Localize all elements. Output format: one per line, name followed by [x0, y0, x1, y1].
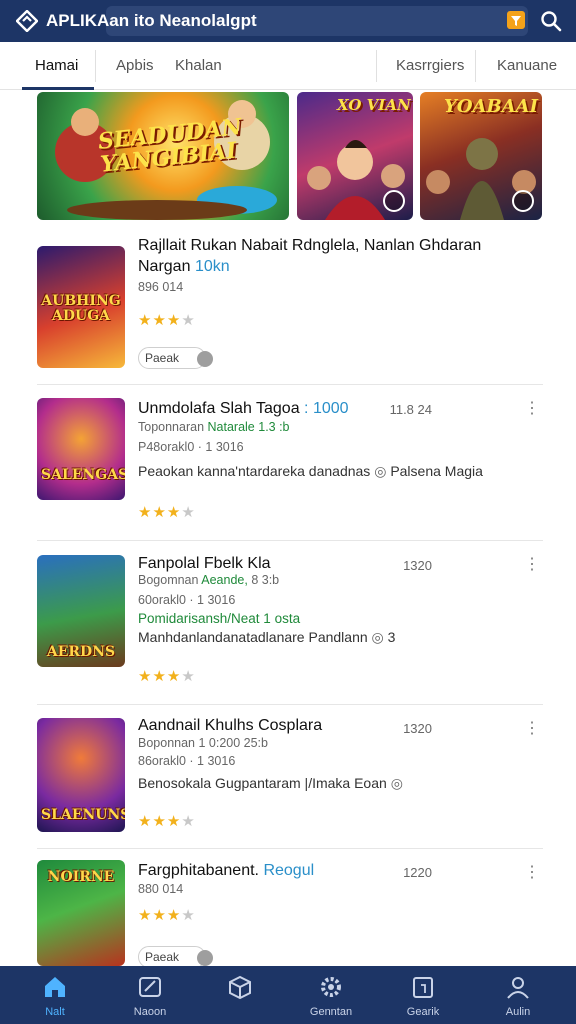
active-tab-indicator — [22, 87, 94, 90]
app-thumbnail: NOIRNE — [37, 860, 125, 966]
divider — [37, 704, 543, 705]
thumbnail-label: SALENGAS — [41, 467, 125, 483]
divider — [37, 384, 543, 385]
category-tabs: Hamai Apbis Khalan Kasrrgiers Kanuane — [0, 42, 576, 90]
chip-label: Paeak — [145, 950, 180, 964]
play-icon[interactable] — [383, 190, 405, 212]
item-meta: 896 014 — [138, 280, 184, 294]
item-title-accent: : 1000 — [304, 400, 349, 417]
search-icon[interactable] — [540, 10, 562, 32]
chip-dot-icon — [197, 351, 214, 367]
divider — [37, 848, 543, 849]
banner-title: XO VIAN — [337, 96, 411, 114]
bottom-navigation: Nalt Naoon Genntan Gearik Aulin — [0, 966, 576, 1024]
item-title-accent: Reogul — [263, 862, 315, 879]
filter-icon[interactable] — [506, 10, 526, 30]
tab-kanuane[interactable]: Kanuane — [497, 42, 557, 90]
person-icon — [507, 977, 529, 999]
nav-label: Nalt — [45, 1006, 65, 1018]
tab-divider — [475, 50, 476, 82]
item-title: Rajllait Rukan Nabait Rdnglela, Nanlan G… — [138, 237, 482, 254]
nav-label: Genntan — [309, 1006, 353, 1018]
item-date: 11.8 24 — [389, 402, 432, 417]
nav-box[interactable] — [192, 966, 288, 1024]
link-icon: ◎ — [390, 775, 403, 791]
tab-categories[interactable]: Kasrrgiers — [396, 42, 464, 90]
item-title: Fanpolal Fbelk Kla — [138, 555, 271, 572]
app-thumbnail: SLAENUNS — [37, 718, 125, 832]
app-title: APLIKAan ito Neanolalgpt — [46, 11, 257, 30]
tab-divider — [376, 50, 377, 82]
tab-home[interactable]: Hamai — [35, 42, 78, 90]
more-options-icon[interactable]: ⋮ — [524, 557, 540, 573]
chip-dot-icon — [197, 950, 214, 966]
link-icon: ◎ — [371, 629, 384, 645]
box-icon — [229, 975, 251, 1000]
more-options-icon[interactable]: ⋮ — [524, 721, 540, 737]
nav-calendar[interactable]: Gearik — [375, 966, 471, 1024]
featured-banner[interactable]: XO VIAN — [297, 92, 413, 220]
rating-stars: ★★★★ — [138, 504, 196, 521]
rating-stars: ★★★★ — [138, 813, 196, 830]
home-icon — [45, 977, 65, 997]
item-meta: 86orakl0 · 1 3016 — [138, 754, 236, 768]
nav-naoon[interactable]: Naoon — [102, 966, 198, 1024]
nav-settings[interactable]: Genntan — [283, 966, 379, 1024]
item-date: 1320 — [403, 558, 432, 573]
rating-stars: ★★★★ — [138, 907, 196, 924]
item-meta: Toponnaran Natarale 1.3 :b — [138, 420, 290, 434]
thumbnail-label: NOIRNE — [47, 869, 115, 885]
thumbnail-label: SLAENUNS — [41, 807, 125, 823]
nav-home[interactable]: Nalt — [7, 966, 103, 1024]
item-title-line2: Nargan 10kn — [138, 258, 230, 275]
description-link: Palsena Magia — [390, 463, 483, 479]
item-title: Fargphitabanent. Reogul — [138, 862, 315, 879]
rating-stars: ★★★★ — [138, 668, 196, 685]
divider — [37, 540, 543, 541]
item-title-accent: 10kn — [194, 258, 230, 275]
item-description: Benosokala Gugpantaram |/Imaka Eoan ◎ — [138, 775, 403, 791]
item-description: Manhdanlandanatadlanare Pandlann ◎ 3 — [138, 629, 396, 645]
thumbnail-label: AUBHING ADUGA — [41, 293, 121, 324]
download-chip[interactable]: Paeak — [138, 347, 214, 369]
nav-label: Gearik — [406, 1006, 440, 1018]
top-app-bar: APLIKAan ito Neanolalgpt — [0, 0, 576, 42]
edit-icon — [139, 977, 161, 997]
nav-profile[interactable]: Aulin — [470, 966, 566, 1024]
item-meta: Bogomnan Aeande, 8 3:b — [138, 573, 280, 587]
item-date: 1320 — [403, 721, 432, 736]
banner-title: YOABAAI — [444, 96, 539, 117]
chip-label: Paeak — [145, 351, 180, 365]
gear-icon — [321, 977, 341, 997]
nav-label: Aulin — [505, 1006, 531, 1018]
item-meta: 60orakl0 · 1 3016 — [138, 593, 236, 607]
download-chip[interactable]: Paeak — [138, 946, 214, 968]
more-options-icon[interactable]: ⋮ — [524, 865, 540, 881]
play-icon[interactable] — [512, 190, 534, 212]
more-options-icon[interactable]: ⋮ — [524, 401, 540, 417]
item-meta: Boponnan 1 0:200 25:b — [138, 736, 268, 750]
item-meta: P48orakl0 · 1 3016 — [138, 440, 244, 454]
featured-banner[interactable]: YOABAAI — [420, 92, 542, 220]
featured-banner[interactable]: SEADUDAN YANGIBIAI — [37, 92, 289, 220]
item-title: Aandnail Khulhs Cosplara — [138, 717, 323, 734]
tab-divider — [95, 50, 96, 82]
item-highlight: Pomidarisansh/Neat 1 osta — [138, 611, 301, 626]
tab-games[interactable]: Khalan — [175, 42, 222, 90]
thumbnail-label: AERDNS — [46, 644, 116, 660]
item-meta: 880 014 — [138, 882, 184, 896]
app-logo-icon — [16, 10, 38, 32]
nav-label: Naoon — [133, 1006, 167, 1018]
app-thumbnail: SALENGAS — [37, 398, 125, 500]
item-description: Peaokan kanna'ntardareka danadnas ◎ Pals… — [138, 463, 483, 479]
rating-stars: ★★★★ — [138, 312, 196, 329]
item-date: 1220 — [403, 865, 432, 880]
app-thumbnail: AERDNS — [37, 555, 125, 667]
tab-apps[interactable]: Apbis — [116, 42, 154, 90]
calendar-icon — [413, 977, 433, 998]
app-thumbnail: AUBHING ADUGA — [37, 246, 125, 368]
link-icon: ◎ — [374, 463, 387, 479]
item-title: Unmdolafa Slah Tagoa : 1000 — [138, 400, 349, 417]
